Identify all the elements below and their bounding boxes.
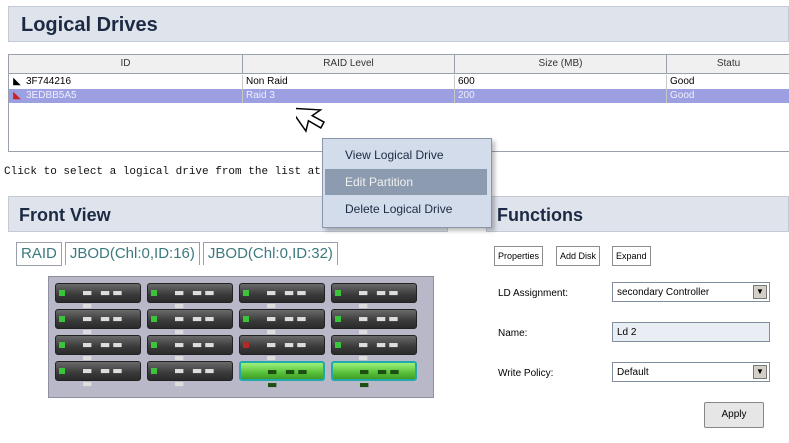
- drive-row-icon: ◣: [13, 76, 21, 87]
- drive-led-icon: [59, 316, 65, 322]
- tab-jbod-16[interactable]: JBOD(Chl:0,ID:16): [64, 242, 200, 265]
- drive-slot[interactable]: ▬ ▬▬ ▬: [55, 335, 141, 364]
- drive-led-icon: [335, 316, 341, 322]
- front-view-tabs: RAID JBOD(Chl:0,ID:16) JBOD(Chl:0,ID:32): [16, 242, 341, 266]
- tab-expand[interactable]: Expand: [612, 246, 651, 266]
- drive-slot[interactable]: ▬ ▬▬ ▬: [239, 309, 325, 338]
- drive-slot[interactable]: ▬ ▬▬ ▬: [147, 335, 233, 364]
- row-raid-level: Non Raid: [243, 75, 455, 89]
- table-row[interactable]: ◣ 3F744216 Non Raid 600 Good: [9, 75, 789, 89]
- context-menu: View Logical Drive Edit Partition Delete…: [322, 138, 492, 228]
- row-size: 200: [455, 89, 667, 103]
- table-header: ID RAID Level Size (MB) Statu: [9, 55, 789, 74]
- pointer-cursor-icon: [296, 107, 326, 133]
- dropdown-arrow-icon[interactable]: ▼: [753, 365, 767, 379]
- drive-led-icon: [335, 342, 341, 348]
- row-size: 600: [455, 75, 667, 89]
- drive-led-icon: [243, 290, 249, 296]
- menu-item-edit-partition[interactable]: Edit Partition: [325, 169, 487, 195]
- drive-slot[interactable]: ▬ ▬▬ ▬: [147, 309, 233, 338]
- ld-assignment-label: LD Assignment:: [498, 288, 569, 299]
- column-header-status[interactable]: Statu: [667, 55, 789, 73]
- tab-properties[interactable]: Properties: [494, 246, 544, 266]
- front-view-panel: RAID JBOD(Chl:0,ID:16) JBOD(Chl:0,ID:32)…: [8, 232, 448, 437]
- column-header-size[interactable]: Size (MB): [455, 55, 667, 73]
- drive-slot[interactable]: ▬ ▬▬ ▬: [55, 309, 141, 338]
- functions-title: Functions: [486, 196, 789, 232]
- drive-enclosure: ▬ ▬▬ ▬ ▬ ▬▬ ▬ ▬ ▬▬ ▬ ▬ ▬▬ ▬ ▬ ▬▬ ▬ ▬ ▬▬ …: [48, 276, 434, 398]
- drive-led-icon: [59, 368, 65, 374]
- drive-slot[interactable]: ▬ ▬▬ ▬: [147, 283, 233, 312]
- drive-slot[interactable]: ▬ ▬▬ ▬: [331, 309, 417, 338]
- drive-led-icon: [243, 316, 249, 322]
- drive-slot[interactable]: ▬ ▬▬ ▬: [55, 361, 141, 390]
- drive-led-icon: [335, 290, 341, 296]
- drive-led-icon: [243, 342, 249, 348]
- drive-slot[interactable]: ▬ ▬▬ ▬: [239, 283, 325, 312]
- tab-add-disk[interactable]: Add Disk: [556, 246, 601, 266]
- write-policy-select[interactable]: Default ▼: [612, 362, 770, 382]
- ld-assignment-select[interactable]: secondary Controller ▼: [612, 282, 770, 302]
- drive-led-icon: [59, 290, 65, 296]
- drive-slot-failed[interactable]: ▬ ▬▬ ▬: [239, 335, 325, 364]
- drive-slot-selected[interactable]: ▬ ▬▬ ▬: [239, 361, 325, 391]
- menu-item-view-logical-drive[interactable]: View Logical Drive: [325, 142, 487, 168]
- menu-item-delete-logical-drive[interactable]: Delete Logical Drive: [325, 196, 487, 222]
- drive-led-icon: [151, 368, 157, 374]
- drive-slot[interactable]: ▬ ▬▬ ▬: [55, 283, 141, 312]
- row-id: 3F744216: [23, 75, 243, 89]
- column-header-raid-level[interactable]: RAID Level: [243, 55, 455, 73]
- tab-jbod-32[interactable]: JBOD(Chl:0,ID:32): [202, 242, 338, 265]
- drive-slot-selected[interactable]: ▬ ▬▬ ▬: [331, 361, 417, 391]
- dropdown-arrow-icon[interactable]: ▼: [753, 285, 767, 299]
- logical-drives-title: Logical Drives: [8, 6, 789, 42]
- row-id: 3EDBB5A5: [23, 89, 243, 103]
- drive-led-icon: [151, 290, 157, 296]
- name-field[interactable]: Ld 2: [612, 322, 770, 342]
- drive-slot[interactable]: ▬ ▬▬ ▬: [331, 283, 417, 312]
- functions-panel: Properties Add Disk Expand LD Assignment…: [486, 232, 789, 437]
- apply-button[interactable]: Apply: [704, 402, 764, 428]
- selection-hint-text: Click to select a logical drive from the…: [4, 166, 321, 178]
- column-header-id[interactable]: ID: [9, 55, 243, 73]
- row-raid-level: Raid 3: [243, 89, 455, 103]
- drive-slot[interactable]: ▬ ▬▬ ▬: [147, 361, 233, 390]
- drive-led-icon: [151, 342, 157, 348]
- row-status: Good: [670, 76, 695, 87]
- drive-led-icon: [151, 316, 157, 322]
- drive-row-icon: ◣: [13, 90, 21, 101]
- drive-led-icon: [59, 342, 65, 348]
- row-status: Good: [670, 90, 695, 101]
- name-label: Name:: [498, 328, 528, 339]
- table-row-selected[interactable]: ◣ 3EDBB5A5 Raid 3 200 Good: [9, 89, 789, 103]
- write-policy-label: Write Policy:: [498, 368, 554, 379]
- tab-raid[interactable]: RAID: [16, 242, 62, 266]
- drive-slot[interactable]: ▬ ▬▬ ▬: [331, 335, 417, 364]
